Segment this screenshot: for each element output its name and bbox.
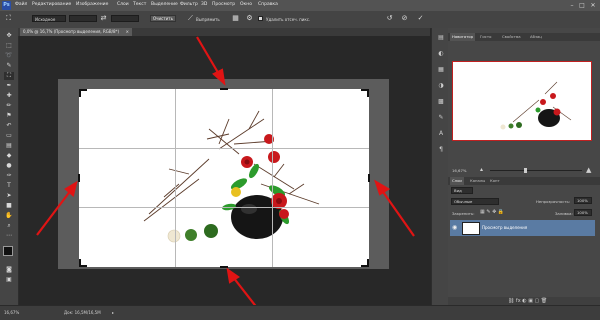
paragraph-panel-icon[interactable]: ¶ [437,146,445,154]
document-size: Док: 16,5M/16,5M [64,310,101,315]
fill-label: Заливка: [555,211,573,216]
layer-row-selected[interactable]: ◉ Просмотр выделения [450,220,595,236]
zoom-in-icon[interactable]: ▲ [586,166,591,174]
brush-panel-icon[interactable]: ✎ [437,114,445,122]
navigator-zoom-thumb[interactable] [524,168,527,173]
lock-label: Закрепить: [452,211,475,216]
tab-navigator[interactable]: Навигатор [450,33,476,41]
navigator-zoom-row: 16,67% ▴ ▲ [450,166,596,175]
zoom-level[interactable]: 16,67% [4,310,19,315]
navigator-zoom-slider[interactable] [490,170,582,171]
visibility-eye-icon[interactable]: ◉ [452,224,457,231]
adjustments-panel-icon[interactable]: ◑ [437,82,445,90]
layer-name: Просмотр выделения [482,225,528,230]
swatches-panel-icon[interactable]: ▦ [437,66,445,74]
status-bar: 16,67% Док: 16,5M/16,5M ▸ [0,305,600,320]
tab-properties[interactable]: Свойства [500,33,523,41]
tab-histogram[interactable]: Гисто [478,33,493,41]
tab-paths[interactable]: Конт [488,177,502,185]
navigator-tabs: Навигатор Гисто Свойства Абзац [448,33,600,41]
navigator-zoom-value[interactable]: 16,67% [452,168,466,173]
tab-channels[interactable]: Каналы [468,177,487,185]
navigator-thumbnail[interactable] [452,61,592,141]
tab-paragraph[interactable]: Абзац [528,33,544,41]
history-panel-icon[interactable]: ▤ [437,34,445,42]
character-panel-icon[interactable]: A [437,130,445,138]
navigator-preview-image [500,81,572,130]
layer-kind-filter[interactable]: Вид [451,187,473,194]
collapsed-panels-strip: ▤ ◐ ▦ ◑ ▩ ✎ A ¶ [431,28,449,305]
arrow-head [212,68,226,86]
opacity-field[interactable]: 100% [574,197,592,204]
lock-icons[interactable]: ▦ ✎ ✥ 🔒 [480,209,504,215]
zoom-out-icon[interactable]: ▴ [480,166,483,173]
layer-thumbnail [462,222,480,235]
layers-tabs: Слои Каналы Конт [448,177,600,185]
color-panel-icon[interactable]: ◐ [437,50,445,58]
layer-actions-icons[interactable]: ⛓ fx ◐ ▣ ▢ 🗑 [508,298,547,304]
styles-panel-icon[interactable]: ▩ [437,98,445,106]
blend-mode-select[interactable]: Обычные [451,198,499,205]
status-menu-arrow[interactable]: ▸ [112,310,114,315]
opacity-label: Непрозрачность: [536,199,571,204]
layers-panel-footer: ⛓ fx ◐ ▣ ▢ 🗑 [448,297,600,305]
tab-layers[interactable]: Слои [450,177,464,185]
fill-field[interactable]: 100% [574,209,592,216]
